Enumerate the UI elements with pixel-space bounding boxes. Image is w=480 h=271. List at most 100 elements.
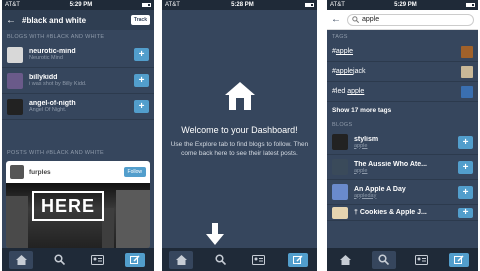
- post-author[interactable]: furples: [29, 169, 124, 176]
- blog-name: billykidd: [29, 74, 58, 81]
- search-icon: [215, 254, 226, 265]
- compose-icon: [130, 255, 140, 264]
- account-icon: [90, 254, 104, 265]
- battery-icon: [141, 3, 151, 7]
- tag-thumbnail: [461, 45, 473, 58]
- welcome-title: Welcome to your Dashboard!: [181, 125, 298, 135]
- blog-name: neurotic-mind: [29, 48, 76, 55]
- blog-row[interactable]: billykidd i was shot by Billy Kidd. +: [2, 68, 154, 94]
- follow-plus-button[interactable]: +: [458, 160, 473, 174]
- battery-icon: [465, 3, 475, 7]
- blog-title: i was shot by Billy Kidd.: [29, 81, 87, 87]
- blog-url: appleday: [354, 192, 377, 199]
- tag-list: #apple #applejack #led apple: [327, 42, 478, 102]
- tag-row[interactable]: #applejack: [327, 62, 478, 82]
- tab-compose[interactable]: [123, 251, 147, 269]
- search-value: apple: [362, 16, 380, 23]
- follow-plus-button[interactable]: +: [134, 48, 149, 61]
- show-more-tags-link[interactable]: Show 17 more tags: [327, 102, 478, 118]
- blog-title: Neurotic Mind: [29, 55, 63, 61]
- blog-row[interactable]: angel-of-nigth Angel Of Night. +: [2, 94, 154, 120]
- tab-search[interactable]: [47, 251, 71, 269]
- tag-thumbnail: [461, 85, 473, 98]
- tag-row[interactable]: #apple: [327, 42, 478, 62]
- tag-row[interactable]: #led apple: [327, 82, 478, 102]
- phone-search-results: AT&T 5:29 PM ← apple TAGS #apple #applej…: [327, 0, 478, 271]
- search-input[interactable]: apple: [347, 13, 474, 26]
- tag-header: ← #black and white Track: [2, 10, 154, 30]
- phone-dashboard: AT&T 5:28 PM Welcome to your Dashboard! …: [162, 0, 317, 271]
- tab-home[interactable]: [9, 250, 33, 269]
- avatar: [7, 72, 23, 89]
- tab-account[interactable]: [85, 251, 109, 269]
- tab-search[interactable]: [371, 250, 396, 269]
- tab-home[interactable]: [334, 251, 358, 269]
- follow-plus-button[interactable]: +: [458, 185, 473, 199]
- avatar: [7, 46, 23, 63]
- avatar: [332, 206, 348, 219]
- follow-button[interactable]: Follow: [123, 167, 146, 177]
- tab-home[interactable]: [169, 250, 194, 269]
- follow-plus-button[interactable]: +: [134, 74, 149, 87]
- blog-row[interactable]: stylism apple +: [327, 130, 478, 155]
- status-bar: AT&T 5:29 PM: [2, 0, 154, 10]
- blog-list: neurotic-mind Neurotic Mind + billykidd …: [2, 42, 154, 120]
- status-bar: AT&T 5:29 PM: [327, 0, 478, 10]
- search-icon: [53, 254, 65, 265]
- back-arrow-icon[interactable]: ←: [6, 15, 16, 26]
- tab-account[interactable]: [247, 251, 271, 269]
- empty-dashboard-message: Welcome to your Dashboard! Use the Explo…: [162, 80, 317, 158]
- follow-plus-button[interactable]: +: [458, 207, 473, 218]
- blog-url: apple: [354, 167, 368, 174]
- posts-section-header: POSTS WITH #BLACK AND WHITE: [7, 150, 105, 156]
- blog-name: The Aussie Who Ate...: [354, 160, 427, 168]
- clock: 5:29 PM: [394, 2, 417, 8]
- tab-bar: [2, 248, 154, 271]
- post-card[interactable]: furples Follow HERE: [6, 161, 150, 248]
- blog-url: apple: [354, 142, 368, 149]
- battery-icon: [304, 3, 314, 7]
- tab-bar: [162, 248, 317, 271]
- compose-icon: [454, 255, 464, 264]
- welcome-body: Use the Explore tab to find blogs to fol…: [170, 141, 309, 157]
- avatar: [7, 98, 23, 115]
- tab-account[interactable]: [409, 251, 433, 269]
- home-icon: [340, 254, 352, 265]
- avatar: [332, 184, 348, 200]
- blog-name: An Apple A Day: [354, 185, 406, 193]
- search-icon: [352, 16, 359, 23]
- tab-compose[interactable]: [286, 251, 310, 269]
- carrier-label: AT&T: [165, 2, 180, 8]
- home-icon: [224, 82, 255, 110]
- avatar[interactable]: [10, 165, 24, 179]
- back-arrow-icon[interactable]: ←: [331, 14, 341, 25]
- blog-row[interactable]: neurotic-mind Neurotic Mind +: [2, 42, 154, 68]
- page-title: #black and white: [22, 15, 87, 25]
- blog-row[interactable]: The Aussie Who Ate... apple +: [327, 155, 478, 180]
- carrier-label: AT&T: [330, 2, 345, 8]
- blog-title: Angel Of Night.: [29, 107, 67, 113]
- blog-row[interactable]: † Cookies & Apple J... +: [327, 205, 478, 221]
- compose-icon: [292, 255, 303, 264]
- blogs-section-header: BLOGS WITH #BLACK AND WHITE: [7, 34, 105, 40]
- carrier-label: AT&T: [5, 2, 20, 8]
- blog-name: stylism: [354, 135, 379, 143]
- tab-bar: [327, 248, 478, 271]
- tab-search[interactable]: [208, 251, 232, 269]
- track-button[interactable]: Track: [130, 15, 150, 25]
- phone-tag-page: AT&T 5:29 PM ← #black and white Track BL…: [2, 0, 154, 271]
- arrow-down-icon: [206, 223, 224, 245]
- clock: 5:28 PM: [231, 2, 254, 8]
- follow-plus-button[interactable]: +: [134, 100, 149, 113]
- blog-row[interactable]: An Apple A Day appleday +: [327, 180, 478, 205]
- post-image[interactable]: HERE: [6, 183, 150, 248]
- tags-section-header: TAGS: [332, 34, 348, 40]
- screenshot-collage: AT&T 5:29 PM ← #black and white Track BL…: [0, 0, 480, 271]
- home-icon: [175, 254, 187, 265]
- account-icon: [414, 254, 428, 265]
- follow-plus-button[interactable]: +: [458, 135, 473, 149]
- blog-name: angel-of-nigth: [29, 100, 76, 107]
- account-icon: [252, 254, 266, 265]
- blog-name: † Cookies & Apple J...: [354, 209, 427, 216]
- tab-compose[interactable]: [447, 251, 471, 269]
